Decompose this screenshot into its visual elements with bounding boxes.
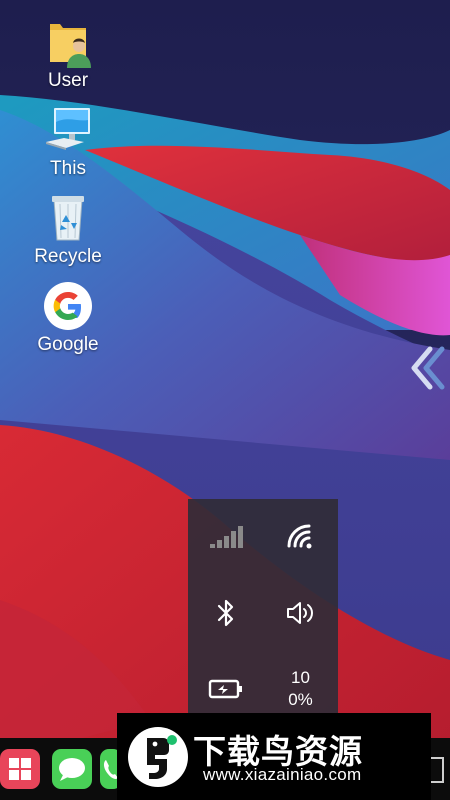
desktop-icon-google[interactable]: Google (18, 280, 118, 356)
show-desktop-button[interactable] (431, 757, 444, 783)
watermark-banner: 下载鸟资源 www.xiazainiao.com (117, 713, 431, 800)
desktop-icon-user[interactable]: User (18, 16, 118, 92)
battery-percentage-text: 100% (288, 668, 313, 709)
desktop-icon-label: Recycle (34, 246, 102, 267)
cell-signal-icon (209, 526, 243, 548)
desktop-icon-label: User (47, 70, 89, 91)
bluetooth-icon (217, 599, 233, 627)
bluetooth-toggle[interactable] (188, 575, 263, 651)
computer-icon (46, 108, 90, 150)
wifi-toggle[interactable] (263, 499, 338, 575)
user-folder-icon (50, 24, 91, 68)
desktop-icon-label: This (50, 158, 86, 179)
desktop-icon-this-pc[interactable]: This (18, 104, 118, 180)
windows-start-icon (9, 758, 31, 780)
volume-icon (286, 602, 313, 624)
quick-settings-panel: 100% (188, 499, 338, 739)
wifi-icon (287, 524, 311, 549)
desktop-icon-label: Google (37, 334, 99, 355)
android-desktop-screen: User This Recycle Google 100% 下载鸟资源 www.… (0, 0, 450, 800)
messages-app-button[interactable] (52, 749, 92, 789)
start-button[interactable] (0, 749, 40, 789)
edge-panel-chevron-icon[interactable] (406, 345, 446, 391)
google-icon (44, 282, 92, 330)
volume-toggle[interactable] (263, 575, 338, 651)
recycle-bin-icon (52, 196, 84, 241)
messages-icon (59, 758, 85, 781)
watermark-url: www.xiazainiao.com (203, 765, 362, 784)
cell-signal-toggle[interactable] (188, 499, 263, 575)
desktop-icon-recycle-bin[interactable]: Recycle (18, 192, 118, 268)
watermark-bird-logo-icon (128, 727, 188, 787)
battery-charging-icon (208, 679, 242, 699)
